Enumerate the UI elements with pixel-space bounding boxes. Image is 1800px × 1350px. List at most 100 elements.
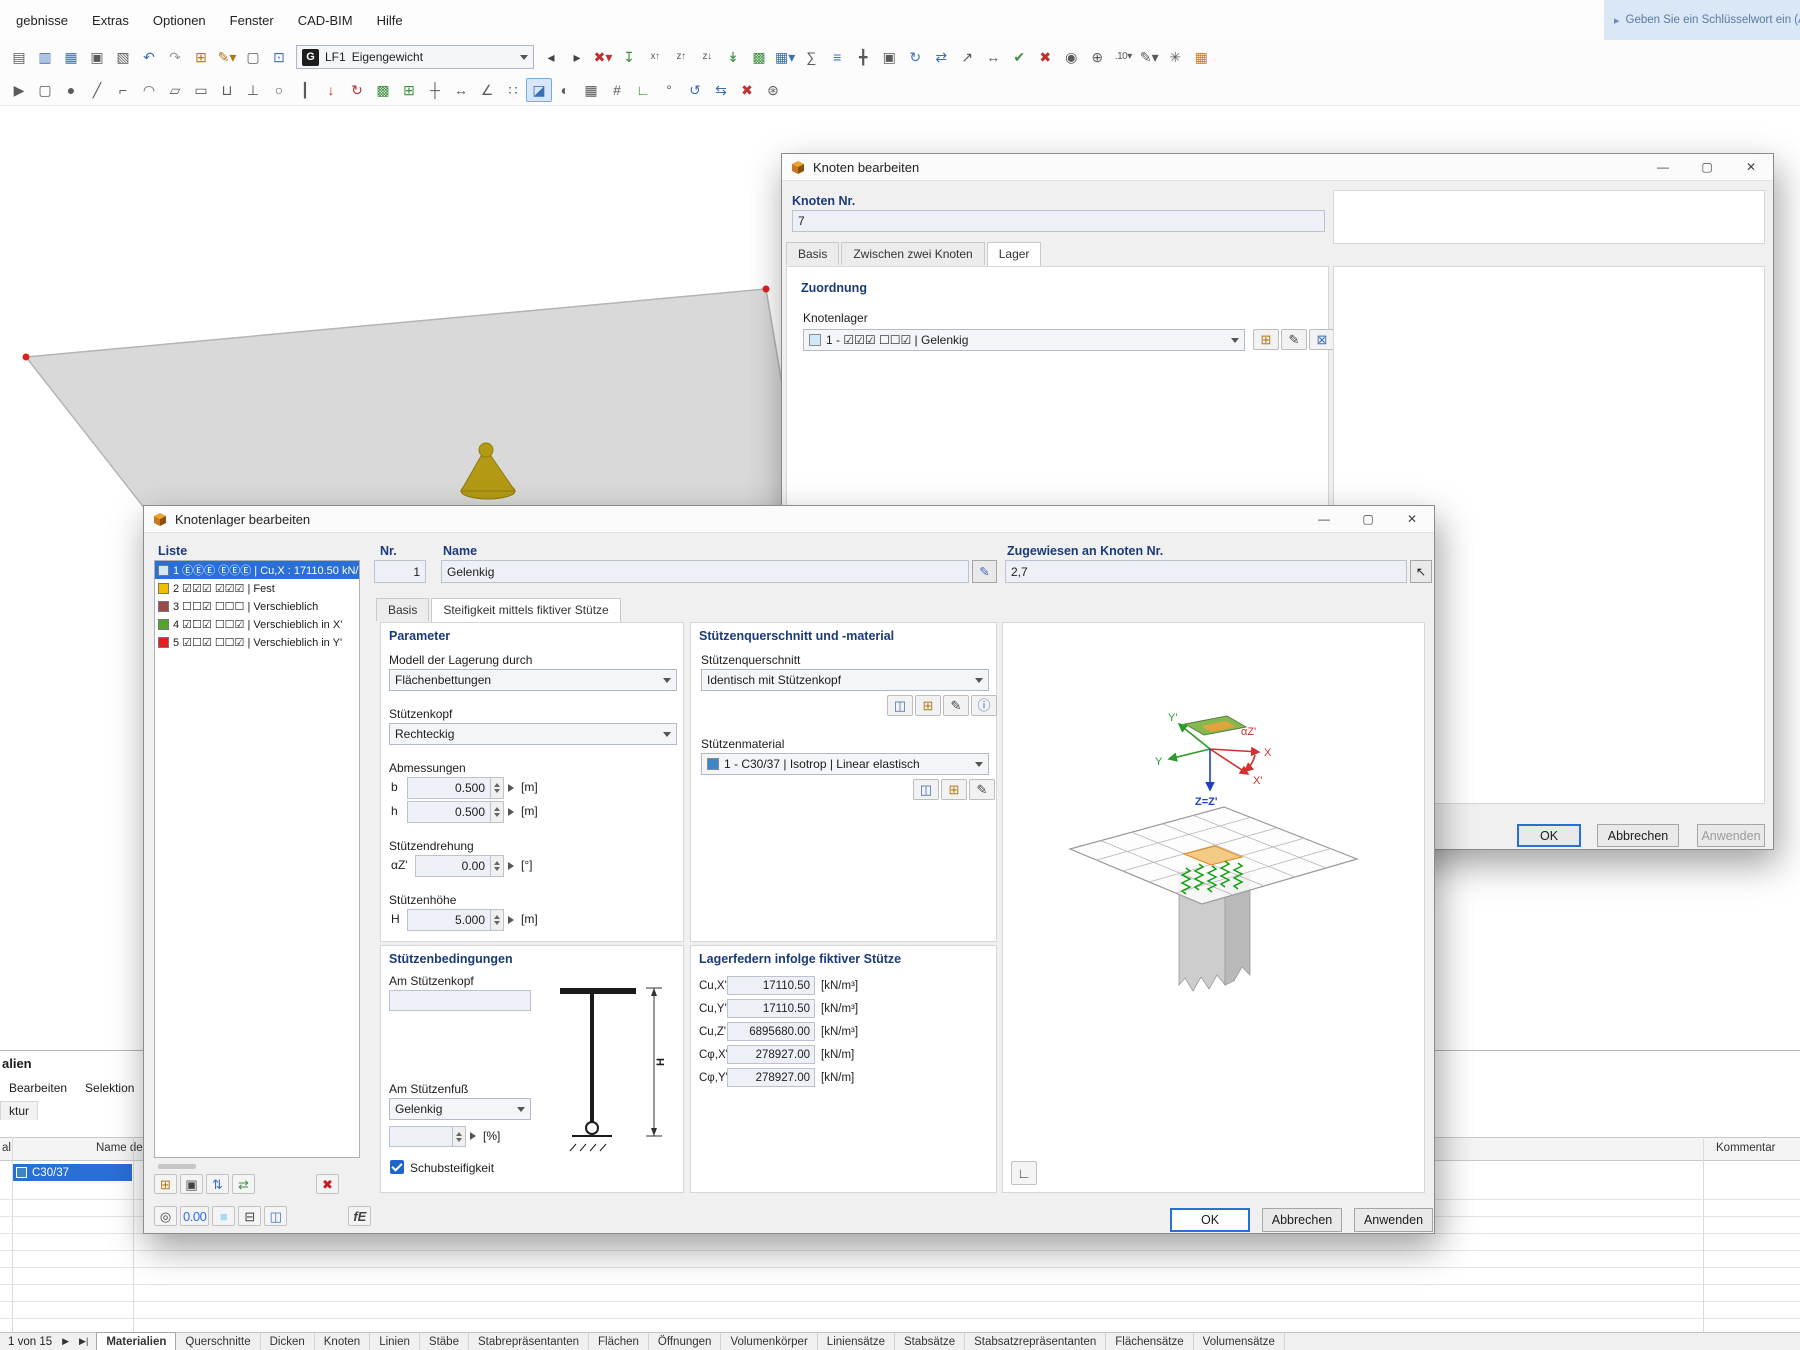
member-tool-icon[interactable]: ┃ bbox=[292, 78, 318, 102]
support-preview-pane[interactable]: Y' Y X X' αZ' Z=Z' ∟ bbox=[1002, 622, 1425, 1193]
material-select[interactable]: 1 - C30/37 | Isotrop | Linear elastisch bbox=[701, 753, 989, 775]
assign-button[interactable]: ⇄ bbox=[232, 1174, 255, 1194]
delete-results-icon[interactable]: ✖▾ bbox=[590, 45, 616, 69]
table-tab[interactable]: Volumenkörper bbox=[721, 1333, 818, 1350]
shading-icon[interactable]: ◐ bbox=[552, 78, 578, 102]
sort-button[interactable]: ⇅ bbox=[206, 1174, 229, 1194]
apply-button[interactable]: Anwenden bbox=[1697, 824, 1765, 847]
edit-section-button[interactable]: ✎ bbox=[943, 695, 969, 716]
next-load-case-button[interactable]: ▸ bbox=[564, 45, 590, 69]
support-list-item[interactable]: 2 ☑☑☑ ☑☑☑ | Fest bbox=[155, 579, 359, 597]
printer-icon[interactable]: ▣ bbox=[84, 45, 110, 69]
moment-load-icon[interactable]: ↻ bbox=[344, 78, 370, 102]
zoom-icon[interactable]: ◉ bbox=[1058, 45, 1084, 69]
check-model-icon[interactable]: ✔ bbox=[1006, 45, 1032, 69]
rotation-field[interactable]: 0.00 bbox=[415, 855, 491, 877]
table-tab[interactable]: Stäbe bbox=[420, 1333, 469, 1350]
table-tab[interactable]: Materialien bbox=[96, 1332, 177, 1350]
new-nodal-support-button[interactable]: ⊞ bbox=[1253, 329, 1279, 350]
support-list-item[interactable]: 1 ⒺⒺⒺ ⒺⒺⒺ | Cu,X : 17110.50 kN/m bbox=[155, 561, 359, 579]
menu-item[interactable]: CAD-BIM bbox=[286, 9, 365, 32]
decimals-icon[interactable]: .10▾ bbox=[1110, 45, 1136, 69]
diagram-button[interactable]: ◫ bbox=[264, 1206, 288, 1226]
load-direction-x-icon[interactable]: x↑ bbox=[642, 45, 668, 69]
extrude-icon[interactable]: ↗ bbox=[954, 45, 980, 69]
table-tab[interactable]: Knoten bbox=[315, 1333, 371, 1350]
pick-nodes-button[interactable]: ↖ bbox=[1410, 560, 1432, 583]
navigator-icon[interactable]: ▥ bbox=[32, 45, 58, 69]
model-select[interactable]: Flächenbettungen bbox=[389, 669, 677, 691]
dimension-icon[interactable]: ↔ bbox=[980, 45, 1006, 69]
show-loads-icon[interactable]: ↧ bbox=[616, 45, 642, 69]
table-row[interactable]: C30/37 bbox=[13, 1164, 132, 1181]
solid-tool-icon[interactable]: ⊔ bbox=[214, 78, 240, 102]
section-library-button[interactable]: ◫ bbox=[887, 695, 913, 716]
grid-icon[interactable]: ∷ bbox=[500, 78, 526, 102]
color-button[interactable]: ■ bbox=[212, 1206, 236, 1226]
graphic-printout-icon[interactable]: ▧ bbox=[110, 45, 136, 69]
close-button[interactable]: ✕ bbox=[1729, 154, 1773, 181]
menu-item[interactable]: Hilfe bbox=[365, 9, 415, 32]
select-window-icon[interactable]: ▢ bbox=[32, 78, 58, 102]
nr-field[interactable]: 1 bbox=[374, 560, 426, 583]
height-expand-icon[interactable] bbox=[508, 916, 514, 924]
calculate-icon[interactable]: ∑ bbox=[798, 45, 824, 69]
numbering-icon[interactable]: # bbox=[604, 78, 630, 102]
redo-icon[interactable]: ↷ bbox=[162, 45, 188, 69]
dialog-titlebar[interactable]: Knoten bearbeiten — ▢ ✕ bbox=[782, 154, 1773, 181]
dialog-tab[interactable]: Lager bbox=[986, 242, 1042, 266]
dialog-tab[interactable]: Basis bbox=[786, 242, 840, 265]
display-properties-icon[interactable]: ⊡ bbox=[266, 45, 292, 69]
edit-material-button[interactable]: ✎ bbox=[969, 779, 995, 800]
sync-views-icon[interactable]: ⇆ bbox=[708, 78, 734, 102]
copy-support-button[interactable]: ▣ bbox=[180, 1174, 203, 1194]
minimize-button[interactable]: — bbox=[1302, 506, 1346, 533]
table-tab[interactable]: Stabsätze bbox=[895, 1333, 966, 1350]
b-stepper[interactable] bbox=[491, 777, 504, 799]
line-tool-icon[interactable]: ╱ bbox=[84, 78, 110, 102]
height-stepper[interactable] bbox=[491, 909, 504, 931]
pager-last-icon[interactable]: ▶| bbox=[79, 1336, 88, 1347]
delete-support-button[interactable]: ✖ bbox=[316, 1174, 339, 1194]
column-header-material[interactable]: al bbox=[2, 1142, 11, 1154]
hinge-tool-icon[interactable]: ○ bbox=[266, 78, 292, 102]
tables-icon[interactable]: ▦ bbox=[58, 45, 84, 69]
new-material-button[interactable]: ⊞ bbox=[941, 779, 967, 800]
surface-plate[interactable] bbox=[24, 288, 804, 515]
assigned-nodes-field[interactable]: 2,7 bbox=[1005, 560, 1407, 583]
list-resize-handle[interactable] bbox=[158, 1164, 196, 1169]
wireframe-icon[interactable]: ▦ bbox=[578, 78, 604, 102]
section-info-button[interactable]: ⓘ bbox=[971, 695, 997, 716]
menu-item[interactable]: Optionen bbox=[141, 9, 218, 32]
dialog-tab[interactable]: Zwischen zwei Knoten bbox=[841, 242, 985, 265]
polyline-tool-icon[interactable]: ⌐ bbox=[110, 78, 136, 102]
node-point[interactable] bbox=[762, 285, 770, 293]
move-icon[interactable]: ╋ bbox=[850, 45, 876, 69]
support-list-item[interactable]: 5 ☑☐☑ ☐☐☑ | Verschieblich in Y' bbox=[155, 633, 359, 651]
new-support-button[interactable]: ⊞ bbox=[154, 1174, 177, 1194]
new-section-button[interactable]: ⊞ bbox=[915, 695, 941, 716]
material-library-button[interactable]: ◫ bbox=[913, 779, 939, 800]
measure-icon[interactable]: ↔ bbox=[448, 78, 474, 102]
maximize-button[interactable]: ▢ bbox=[1685, 154, 1729, 181]
arc-tool-icon[interactable]: ◠ bbox=[136, 78, 162, 102]
guideline-icon[interactable]: ┼ bbox=[422, 78, 448, 102]
column-header-name[interactable]: Name de bbox=[96, 1142, 143, 1154]
copy-icon[interactable]: ▣ bbox=[876, 45, 902, 69]
dock-menu-item[interactable]: Selektion bbox=[78, 1079, 141, 1097]
menu-item[interactable]: Fenster bbox=[218, 9, 286, 32]
undo-icon[interactable]: ↶ bbox=[136, 45, 162, 69]
dialog-titlebar[interactable]: Knotenlager bearbeiten — ▢ ✕ bbox=[144, 506, 1434, 533]
table-tab[interactable]: Flächen bbox=[589, 1333, 649, 1350]
pan-icon[interactable]: ⊕ bbox=[1084, 45, 1110, 69]
menu-item[interactable]: gebnisse bbox=[4, 9, 80, 32]
edit-name-button[interactable]: ✎ bbox=[972, 560, 997, 583]
settings-icon[interactable]: ⊛ bbox=[760, 78, 786, 102]
apply-button[interactable]: Anwenden bbox=[1354, 1208, 1433, 1232]
b-expand-icon[interactable] bbox=[508, 784, 514, 792]
table-tab[interactable]: Liniensätze bbox=[818, 1333, 895, 1350]
edit-nodal-support-button[interactable]: ✎ bbox=[1281, 329, 1307, 350]
dialog-tab[interactable]: Basis bbox=[376, 598, 430, 621]
ok-button[interactable]: OK bbox=[1517, 824, 1581, 847]
rotate-icon[interactable]: ↻ bbox=[902, 45, 928, 69]
